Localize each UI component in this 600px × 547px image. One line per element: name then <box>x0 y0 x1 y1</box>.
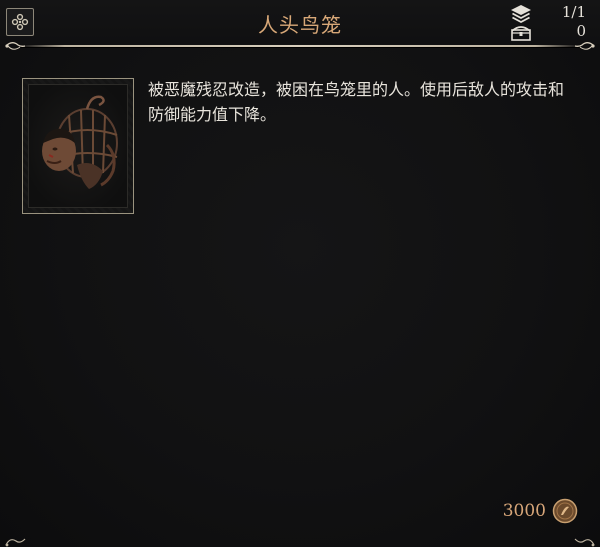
item-portrait <box>22 78 134 214</box>
item-description: 被恶魔残忍改造，被困在鸟笼里的人。使用后敌人的攻击和防御能力值下降。 <box>148 80 565 124</box>
right-flourish-icon <box>574 42 595 50</box>
gold-coin-icon <box>552 498 578 524</box>
tooltip-header: 人头鸟笼 1/1 0 <box>0 0 600 44</box>
left-flourish-icon <box>5 42 26 50</box>
chest-icon <box>511 26 531 41</box>
header-divider-shadow <box>20 47 580 48</box>
item-tooltip-panel: 人头鸟笼 1/1 0 被恶魔残忍改造，被困在鸟笼里的人。使用后敌人的攻击和防御能… <box>0 0 600 547</box>
bottom-left-flourish-icon <box>5 538 26 547</box>
storage-count: 0 <box>576 22 586 40</box>
caged-head-icon <box>28 84 128 208</box>
layers-icon <box>511 5 531 24</box>
bottom-right-flourish-icon <box>574 538 595 547</box>
item-price: 3000 <box>502 501 546 521</box>
stack-count: 1/1 <box>561 3 586 21</box>
